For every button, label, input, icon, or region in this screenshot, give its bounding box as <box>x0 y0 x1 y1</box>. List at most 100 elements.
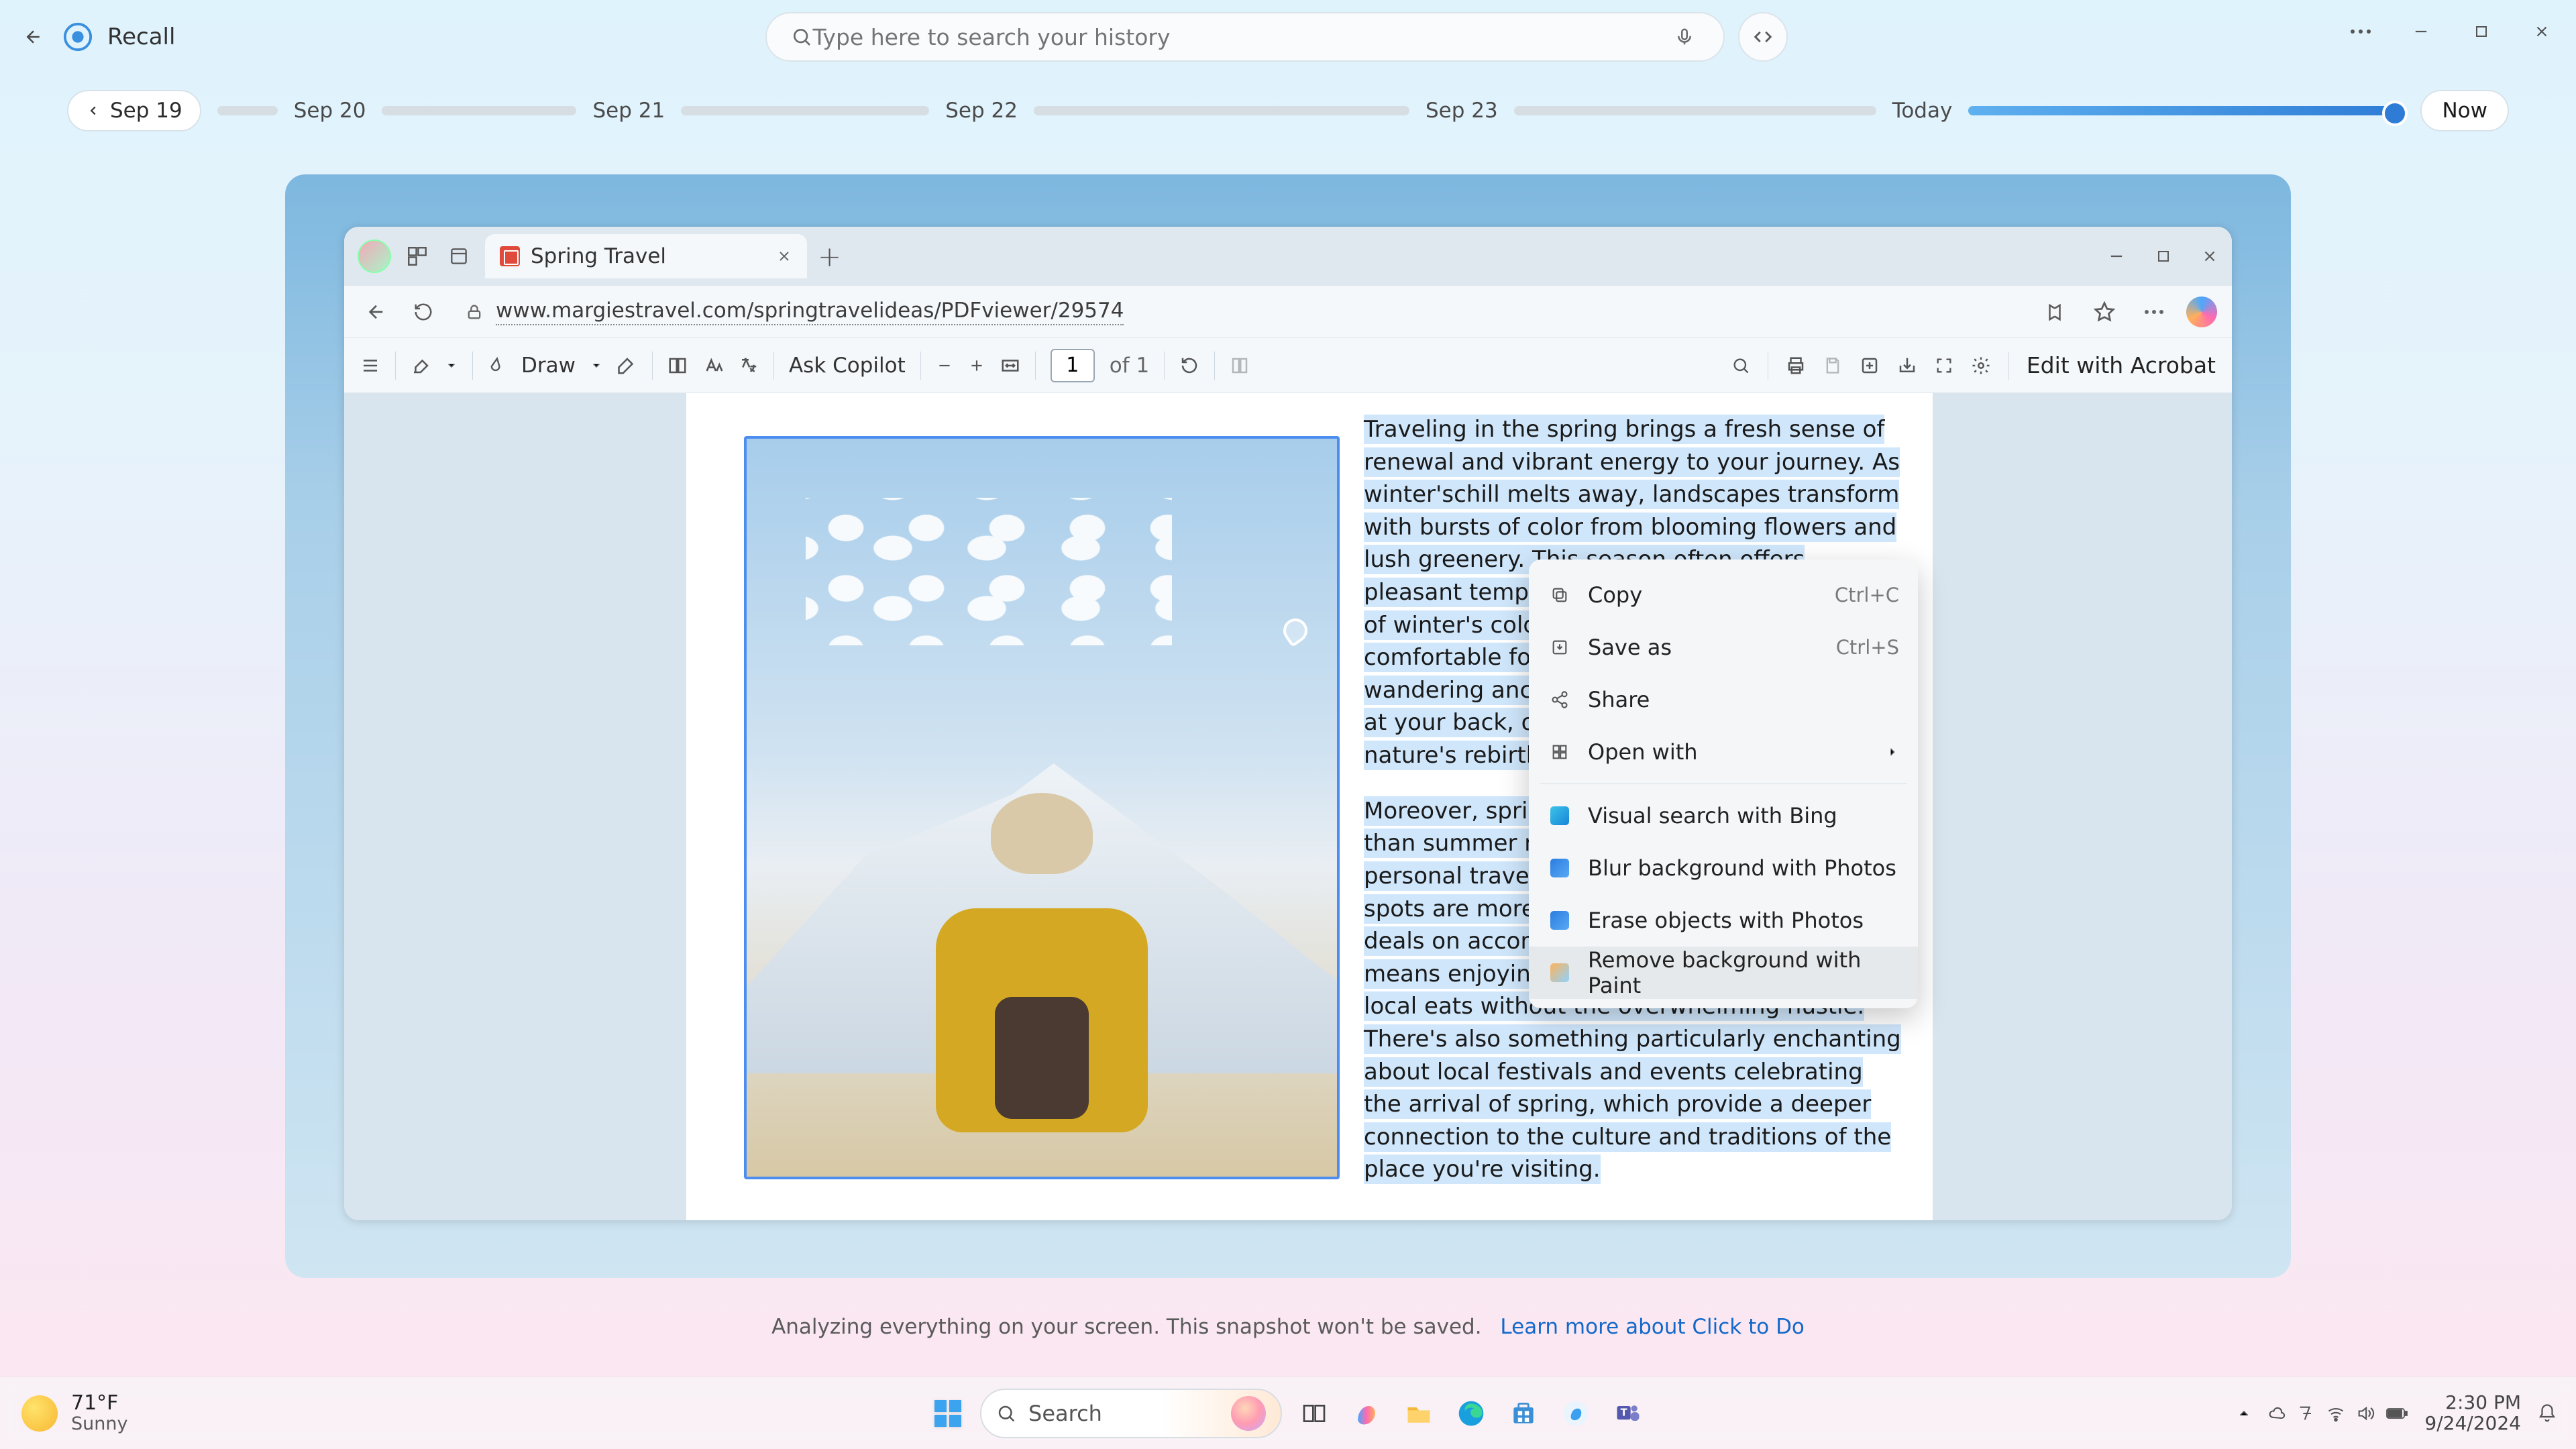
timeline-segment[interactable] <box>382 106 576 115</box>
contents-icon[interactable] <box>360 356 380 376</box>
fullscreen-icon[interactable] <box>1935 356 1953 375</box>
ctx-open-with[interactable]: Open with <box>1529 726 1918 778</box>
volume-icon[interactable] <box>2356 1404 2375 1423</box>
taskbar: 71°F Sunny Search T 2:30 PM <box>0 1377 2576 1449</box>
store-icon[interactable] <box>1503 1393 1544 1434</box>
weather-widget[interactable]: 71°F Sunny <box>21 1392 127 1434</box>
save-icon <box>1548 635 1572 659</box>
ctx-erase-objects[interactable]: Erase objects with Photos <box>1529 894 1918 947</box>
erase-icon[interactable] <box>617 356 637 376</box>
ctx-visual-search[interactable]: Visual search with Bing <box>1529 790 1918 842</box>
explorer-icon[interactable] <box>1399 1393 1439 1434</box>
ctx-blur-label: Blur background with Photos <box>1588 855 1899 881</box>
browser-tab[interactable]: Spring Travel <box>485 234 807 278</box>
back-button[interactable] <box>19 22 48 52</box>
window-maximize-icon[interactable] <box>2155 248 2171 264</box>
refresh-button[interactable] <box>406 294 441 329</box>
zoom-out-icon[interactable] <box>936 357 953 374</box>
two-page-icon[interactable] <box>667 356 688 376</box>
workspaces-icon[interactable] <box>402 241 433 272</box>
timeline-start-chip[interactable]: Sep 19 <box>67 90 201 131</box>
text-size-icon[interactable] <box>702 355 724 376</box>
copilot-icon[interactable] <box>2186 297 2217 327</box>
minimize-button[interactable] <box>2406 16 2436 47</box>
window-close-icon[interactable] <box>2201 248 2218 265</box>
settings-icon[interactable] <box>1971 356 1991 376</box>
battery-icon[interactable] <box>2385 1406 2408 1421</box>
timeline[interactable]: Sep 19 Sep 20 Sep 21 Sep 22 Sep 23 Today… <box>67 87 2509 134</box>
edge-icon[interactable] <box>1451 1393 1491 1434</box>
ctx-share[interactable]: Share <box>1529 674 1918 726</box>
edge-window: Spring Travel + www.margiestravel.com/sp… <box>344 227 2232 1220</box>
task-view-icon[interactable] <box>1294 1393 1334 1434</box>
history-search-input[interactable] <box>812 24 1670 50</box>
notifications-icon[interactable] <box>2537 1403 2557 1424</box>
save-icon[interactable] <box>1823 356 1842 375</box>
share-pdf-icon[interactable] <box>1897 356 1917 376</box>
favorite-icon[interactable] <box>2087 294 2122 329</box>
photos-icon <box>1548 856 1572 880</box>
timeline-segment[interactable] <box>681 106 929 115</box>
ctx-copy[interactable]: Copy Ctrl+C <box>1529 569 1918 621</box>
browser-more-icon[interactable] <box>2137 294 2171 329</box>
page-input[interactable] <box>1051 349 1095 382</box>
ctx-save-as[interactable]: Save as Ctrl+S <box>1529 621 1918 674</box>
add-note-icon[interactable] <box>1860 356 1880 376</box>
timeline-date: Sep 22 <box>945 99 1018 123</box>
read-aloud-icon[interactable] <box>2037 294 2072 329</box>
url-box[interactable]: www.margiestravel.com/springtravelideas/… <box>453 293 2025 331</box>
zoom-in-icon[interactable] <box>968 357 985 374</box>
more-button[interactable] <box>2345 16 2376 47</box>
find-icon[interactable] <box>1731 356 1750 375</box>
clock[interactable]: 2:30 PM 9/24/2024 <box>2424 1393 2521 1434</box>
chevron-down-icon[interactable] <box>590 360 602 372</box>
timeline-segment[interactable] <box>1034 106 1409 115</box>
ctx-bing-label: Visual search with Bing <box>1588 803 1899 828</box>
copilot-taskbar-icon[interactable] <box>1556 1393 1596 1434</box>
language-icon[interactable] <box>2297 1404 2316 1423</box>
learn-more-link[interactable]: Learn more about Click to Do <box>1500 1315 1804 1339</box>
ctx-blur-bg[interactable]: Blur background with Photos <box>1529 842 1918 894</box>
wifi-icon[interactable] <box>2326 1404 2345 1423</box>
draw-label[interactable]: Draw <box>521 354 576 378</box>
start-button[interactable] <box>928 1393 968 1434</box>
snapshot-card: Spring Travel + www.margiestravel.com/sp… <box>285 174 2291 1278</box>
taskbar-search[interactable]: Search <box>980 1389 1282 1438</box>
chevron-down-icon[interactable] <box>445 360 458 372</box>
onedrive-icon[interactable] <box>2267 1404 2286 1423</box>
selected-image[interactable] <box>744 436 1340 1179</box>
timeline-segment[interactable] <box>1514 106 1876 115</box>
search-highlight-icon <box>1231 1396 1266 1431</box>
tab-close-icon[interactable] <box>776 248 792 264</box>
rotate-icon[interactable] <box>1179 356 1199 376</box>
mic-icon[interactable] <box>1670 22 1699 52</box>
system-tray[interactable]: 2:30 PM 9/24/2024 <box>2237 1393 2557 1434</box>
highlight-icon[interactable] <box>411 356 431 376</box>
nav-back-button[interactable] <box>359 294 394 329</box>
maximize-button[interactable] <box>2466 16 2497 47</box>
tray-chevron-icon[interactable] <box>2237 1406 2251 1421</box>
close-button[interactable] <box>2526 16 2557 47</box>
dev-toggle-button[interactable] <box>1738 12 1788 62</box>
print-icon[interactable] <box>1786 356 1806 376</box>
timeline-segment[interactable] <box>217 106 278 115</box>
page-view-icon[interactable] <box>1230 356 1250 376</box>
copilot-app-icon[interactable] <box>1346 1393 1387 1434</box>
ctx-remove-bg[interactable]: Remove background with Paint <box>1529 947 1918 999</box>
profile-avatar[interactable] <box>358 239 391 273</box>
new-tab-button[interactable]: + <box>818 240 841 273</box>
edit-with-acrobat[interactable]: Edit with Acrobat <box>2027 352 2216 378</box>
ask-copilot-button[interactable]: Ask Copilot <box>789 354 906 378</box>
page-total: of 1 <box>1110 354 1149 378</box>
teams-icon[interactable]: T <box>1608 1393 1648 1434</box>
pdf-viewport[interactable]: Traveling in the spring brings a fresh s… <box>344 393 2232 1220</box>
share-icon <box>1548 688 1572 712</box>
history-search-box[interactable] <box>765 12 1725 62</box>
translate-icon[interactable] <box>739 356 759 376</box>
ink-icon[interactable] <box>488 356 506 375</box>
timeline-today-segment[interactable] <box>1968 106 2404 115</box>
fit-width-icon[interactable] <box>1000 356 1020 376</box>
timeline-now-button[interactable]: Now <box>2420 90 2509 131</box>
vertical-tabs-icon[interactable] <box>443 241 474 272</box>
window-minimize-icon[interactable] <box>2107 247 2126 266</box>
